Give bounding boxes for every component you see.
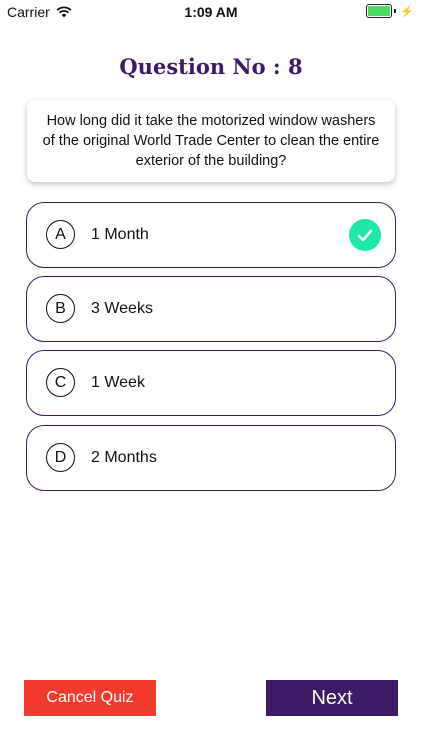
- cancel-quiz-button[interactable]: Cancel Quiz: [24, 680, 156, 716]
- option-letter-badge: A: [46, 220, 75, 249]
- option-letter-badge: B: [46, 294, 75, 323]
- next-button[interactable]: Next: [266, 680, 398, 716]
- option-letter-badge: D: [46, 443, 75, 472]
- status-time: 1:09 AM: [184, 4, 238, 20]
- question-card: How long did it take the motorized windo…: [27, 100, 395, 182]
- option-a[interactable]: A 1 Month: [26, 202, 396, 268]
- option-letter-badge: C: [46, 368, 75, 397]
- battery-icon: [366, 4, 393, 18]
- option-label: 2 Months: [91, 448, 157, 466]
- option-label: 3 Weeks: [91, 299, 153, 317]
- question-text: How long did it take the motorized windo…: [42, 113, 380, 169]
- status-bar: Carrier 1:09 AM ⚡: [0, 0, 422, 24]
- battery-indicator: ⚡: [366, 4, 414, 18]
- option-c[interactable]: C 1 Week: [26, 350, 396, 416]
- option-label: 1 Week: [91, 373, 145, 391]
- check-icon: [349, 219, 381, 251]
- option-label: 1 Month: [91, 225, 149, 243]
- question-title: Question No : 8: [119, 54, 303, 79]
- option-b[interactable]: B 3 Weeks: [26, 276, 396, 342]
- option-d[interactable]: D 2 Months: [26, 425, 396, 491]
- charging-bolt-icon: ⚡: [400, 5, 414, 18]
